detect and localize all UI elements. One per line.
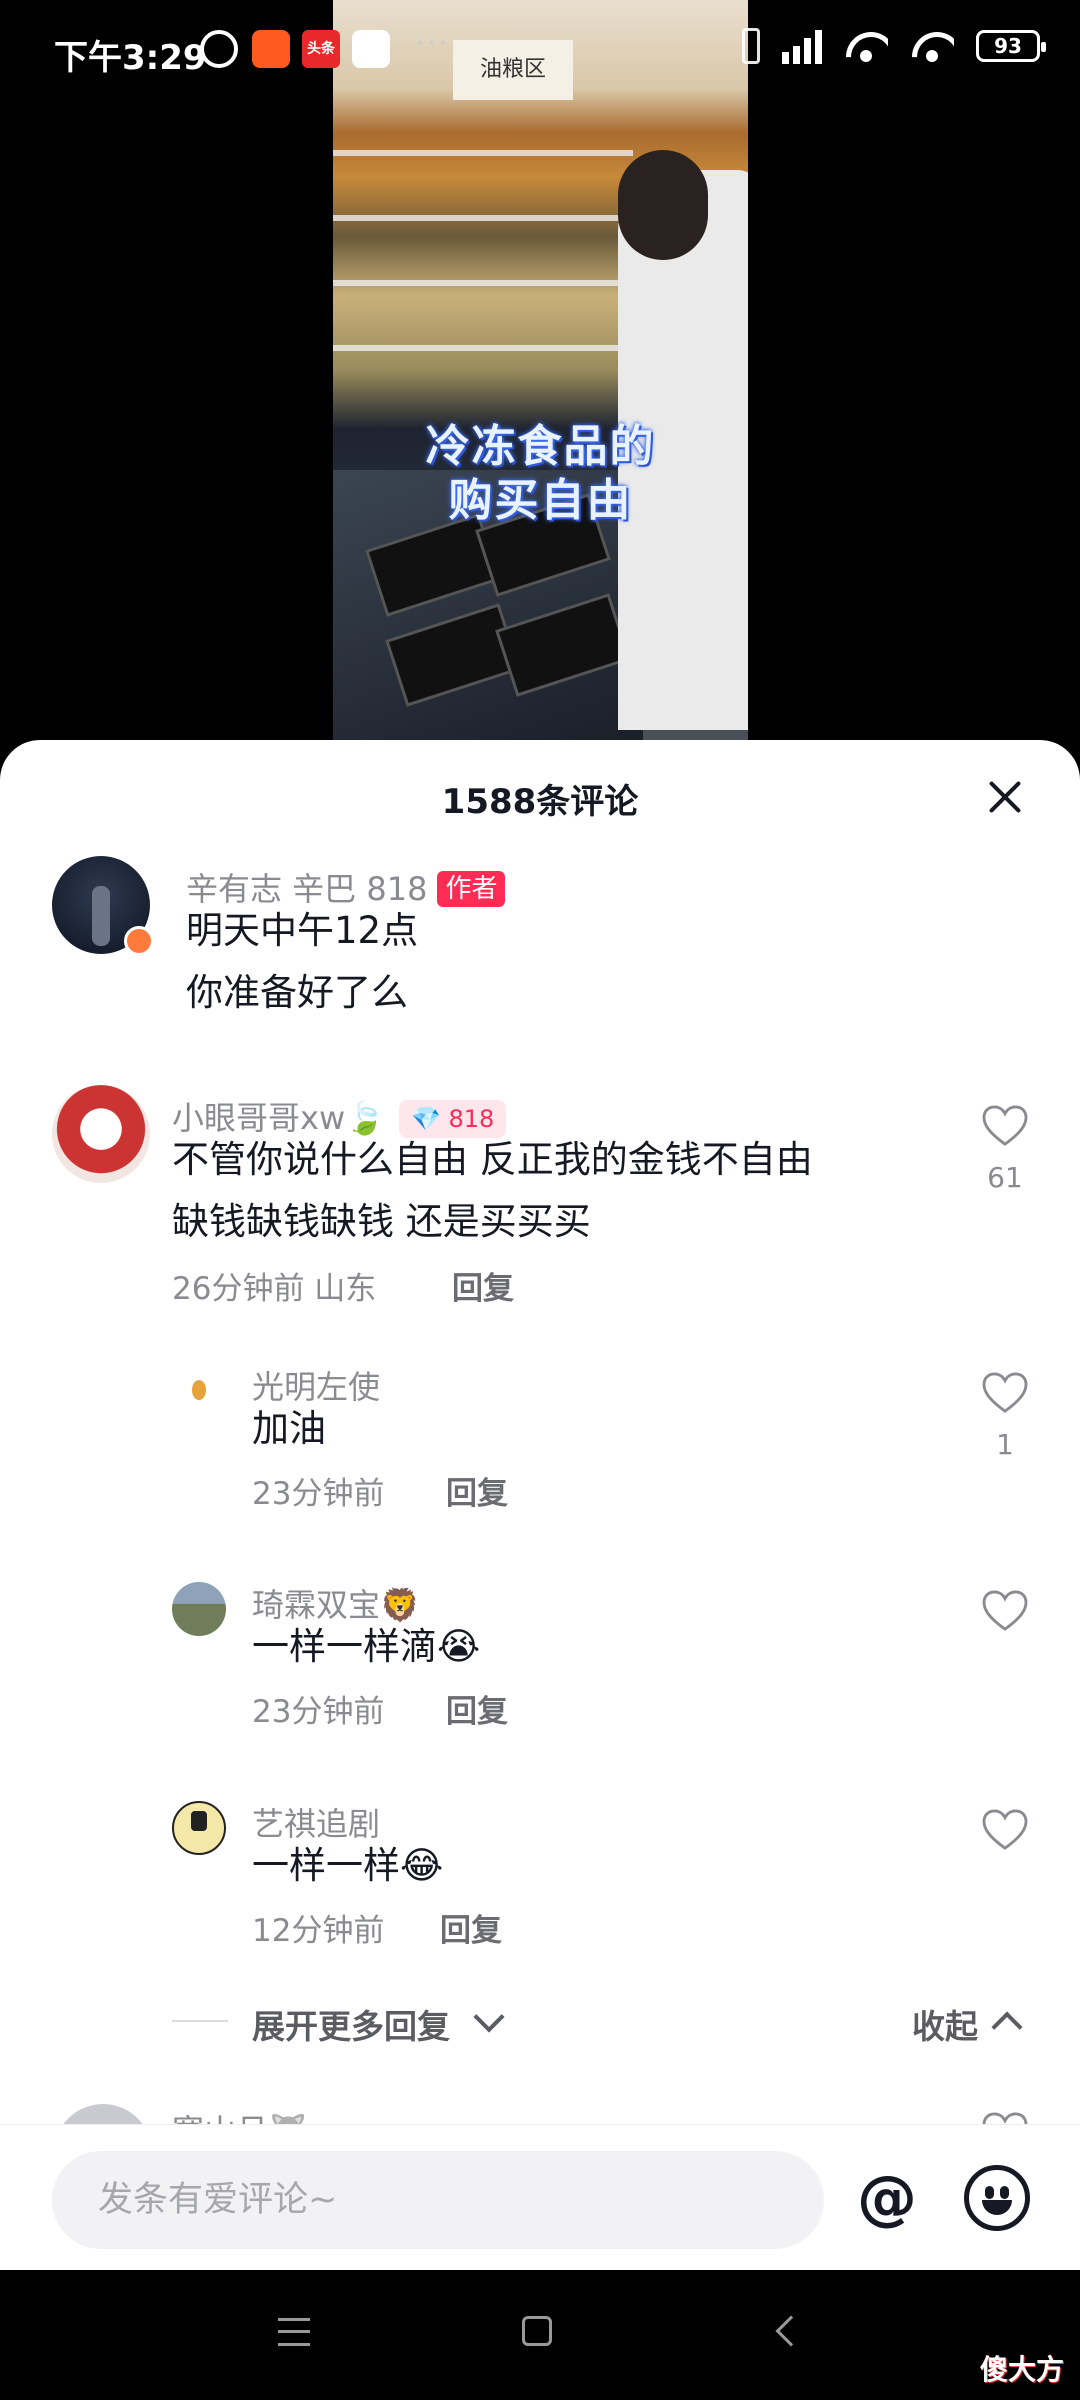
avatar[interactable]: [172, 1364, 226, 1418]
status-bar: 下午3:29 头条 ··· 93: [0, 0, 1080, 110]
reply-button[interactable]: 回复: [440, 1905, 502, 1950]
heart-svg: [982, 1105, 1028, 1146]
heart-icon[interactable]: [982, 1590, 1028, 1632]
chevron-up-icon[interactable]: [991, 2011, 1023, 2043]
comment-input-bar: @: [0, 2124, 1080, 2270]
package: [385, 603, 521, 707]
comment-count-title: 1588条评论: [441, 782, 639, 822]
sheet-header: 1588条评论: [0, 740, 1080, 856]
emoji-icon[interactable]: [964, 2165, 1030, 2231]
like-count: 61: [987, 1161, 1023, 1194]
comment-time-location: 26分钟前 山东: [172, 1271, 377, 1307]
status-time: 下午3:29: [54, 38, 207, 78]
reply-button[interactable]: 回复: [446, 1468, 508, 1513]
signal-icon: [782, 28, 822, 64]
heart-svg: [982, 1372, 1028, 1413]
heart-icon[interactable]: [982, 1809, 1028, 1851]
avatar[interactable]: [172, 1801, 226, 1855]
alarm-icon: [200, 30, 238, 68]
home-icon[interactable]: [522, 2316, 552, 2346]
avatar-figure: [192, 1380, 206, 1400]
reply-text: 加油: [252, 1407, 326, 1450]
emoji-eye: [1000, 2186, 1009, 2199]
app-notification-icon-2: [352, 30, 390, 68]
reply-button[interactable]: 回复: [446, 1686, 508, 1731]
video-caption-line2: 购买自由: [448, 475, 633, 526]
shelf: [333, 215, 633, 221]
divider: [172, 2020, 228, 2022]
more-notifications-icon: ···: [415, 26, 450, 61]
close-icon[interactable]: [988, 780, 1022, 814]
heart-svg: [982, 1809, 1028, 1850]
collapse-button[interactable]: 收起: [912, 2000, 978, 2048]
comment-text-line1: 明天中午12点: [186, 909, 419, 952]
at-mention-icon[interactable]: @: [854, 2165, 920, 2231]
like-count: 1: [996, 1428, 1014, 1461]
app-notification-icon: [252, 30, 290, 68]
author-badge: 作者: [437, 871, 506, 907]
comment-input[interactable]: [52, 2151, 824, 2249]
comment-text-line1: 不管你说什么自由 反正我的金钱不自由: [172, 1138, 813, 1181]
avatar[interactable]: [172, 1582, 226, 1636]
wifi-icon: [844, 28, 888, 64]
avatar-figure: [191, 1811, 207, 1831]
expand-collapse-row: 展开更多回复 收起: [0, 1992, 1080, 2052]
shelf: [333, 280, 633, 286]
chevron-down-icon[interactable]: [473, 2001, 505, 2033]
shelf: [333, 150, 633, 156]
package: [495, 593, 631, 697]
reply-time: 23分钟前: [252, 1476, 385, 1512]
bluetooth-icon: [742, 28, 760, 64]
toutiao-icon: 头条: [302, 30, 340, 68]
wifi-icon-2: [910, 28, 954, 64]
avatar[interactable]: [52, 1085, 150, 1183]
emoji-mouth: [982, 2200, 1012, 2215]
comment-text-line2: 缺钱缺钱缺钱 还是买买买: [172, 1200, 591, 1243]
avatar-figure: [92, 886, 110, 946]
expand-more-replies-button[interactable]: 展开更多回复: [252, 2000, 450, 2048]
video-player[interactable]: 油粮区 冷冻食品的 购买自由: [333, 0, 748, 740]
watermark: 傻大方: [979, 2353, 1064, 2386]
reply-time: 23分钟前: [252, 1694, 385, 1730]
heart-svg: [982, 1590, 1028, 1631]
reply-time: 12分钟前: [252, 1913, 385, 1949]
comment-text-line2: 你准备好了么: [186, 971, 408, 1014]
status-icons: 93: [742, 28, 1046, 64]
shelf: [333, 345, 633, 351]
back-icon[interactable]: [775, 2315, 807, 2347]
system-nav-bar: 傻大方: [0, 2270, 1080, 2400]
person-head: [618, 150, 708, 260]
emoji-eye: [985, 2186, 994, 2199]
reply-text: 一样一样滴😭: [252, 1625, 481, 1668]
heart-icon[interactable]: [982, 1372, 1028, 1414]
menu-icon[interactable]: [278, 2318, 310, 2346]
verified-badge-icon: [124, 926, 154, 956]
battery-icon: 93: [976, 30, 1046, 62]
heart-icon[interactable]: [982, 1105, 1028, 1147]
reply-text: 一样一样😂: [252, 1844, 444, 1887]
comment-sheet: 1588条评论 辛有志 辛巴 818 作者 明天中午12点 你准备好了么 小眼哥哥…: [0, 740, 1080, 2270]
reply-button[interactable]: 回复: [452, 1263, 514, 1308]
